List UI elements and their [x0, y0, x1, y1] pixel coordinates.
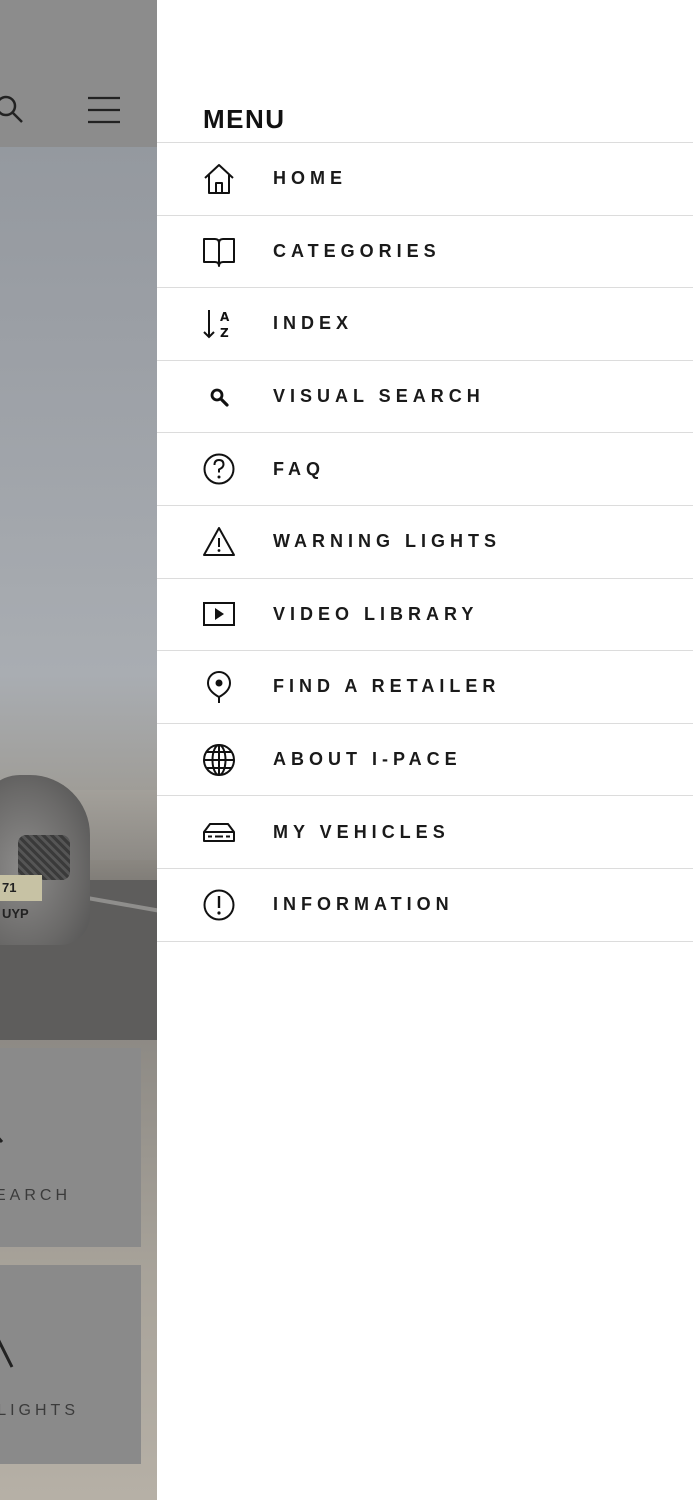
warning-triangle-icon [201, 524, 237, 560]
background-app: 71 UYP EARCH LIGHTS [0, 0, 157, 1500]
home-icon [201, 161, 237, 197]
navigation-drawer: MENU HOME CATEGORIES AZ INDEX VISUAL SEA… [157, 0, 693, 1500]
map-pin-icon [201, 669, 237, 705]
license-plate: 71 UYP [0, 875, 42, 921]
menu-item-visual-search[interactable]: VISUAL SEARCH [157, 361, 693, 434]
sort-az-icon: AZ [201, 306, 237, 342]
menu-item-label: CATEGORIES [273, 240, 441, 261]
menu-item-label: FAQ [273, 458, 326, 479]
menu-item-warning-lights[interactable]: WARNING LIGHTS [157, 506, 693, 579]
menu-item-label: FIND A RETAILER [273, 676, 501, 697]
car-grille [18, 835, 70, 880]
warning-lights-card[interactable]: LIGHTS [0, 1265, 141, 1464]
question-circle-icon [201, 451, 237, 487]
app-header [0, 0, 157, 147]
menu-item-label: HOME [273, 168, 347, 189]
visual-search-card[interactable]: EARCH [0, 1048, 141, 1247]
menu-list: HOME CATEGORIES AZ INDEX VISUAL SEARCH F… [157, 142, 693, 942]
search-icon [0, 1118, 20, 1152]
svg-text:A: A [220, 310, 230, 324]
menu-item-label: INDEX [273, 313, 354, 334]
menu-item-about-i-pace[interactable]: ABOUT I-PACE [157, 724, 693, 797]
search-icon [201, 379, 237, 415]
play-square-icon [201, 596, 237, 632]
menu-item-home[interactable]: HOME [157, 143, 693, 216]
header-search-icon[interactable] [0, 94, 26, 126]
menu-item-information[interactable]: INFORMATION [157, 869, 693, 942]
globe-icon [201, 742, 237, 778]
menu-item-label: MY VEHICLES [273, 821, 450, 842]
svg-text:Z: Z [220, 326, 229, 340]
menu-item-video-library[interactable]: VIDEO LIBRARY [157, 579, 693, 652]
menu-item-faq[interactable]: FAQ [157, 433, 693, 506]
menu-item-label: VIDEO LIBRARY [273, 603, 479, 624]
menu-item-label: ABOUT I-PACE [273, 749, 462, 770]
menu-title: MENU [203, 104, 286, 134]
menu-item-index[interactable]: AZ INDEX [157, 288, 693, 361]
menu-item-categories[interactable]: CATEGORIES [157, 216, 693, 289]
menu-item-label: INFORMATION [273, 894, 454, 915]
hamburger-icon[interactable] [88, 96, 120, 124]
menu-item-label: VISUAL SEARCH [273, 386, 485, 407]
warning-triangle-icon [0, 1335, 20, 1369]
card-label: LIGHTS [0, 1402, 79, 1419]
card-label: EARCH [0, 1187, 71, 1204]
info-circle-icon [201, 887, 237, 923]
book-icon [201, 233, 237, 269]
menu-item-my-vehicles[interactable]: MY VEHICLES [157, 796, 693, 869]
car-icon [201, 814, 237, 850]
menu-item-label: WARNING LIGHTS [273, 531, 501, 552]
menu-item-find-a-retailer[interactable]: FIND A RETAILER [157, 651, 693, 724]
